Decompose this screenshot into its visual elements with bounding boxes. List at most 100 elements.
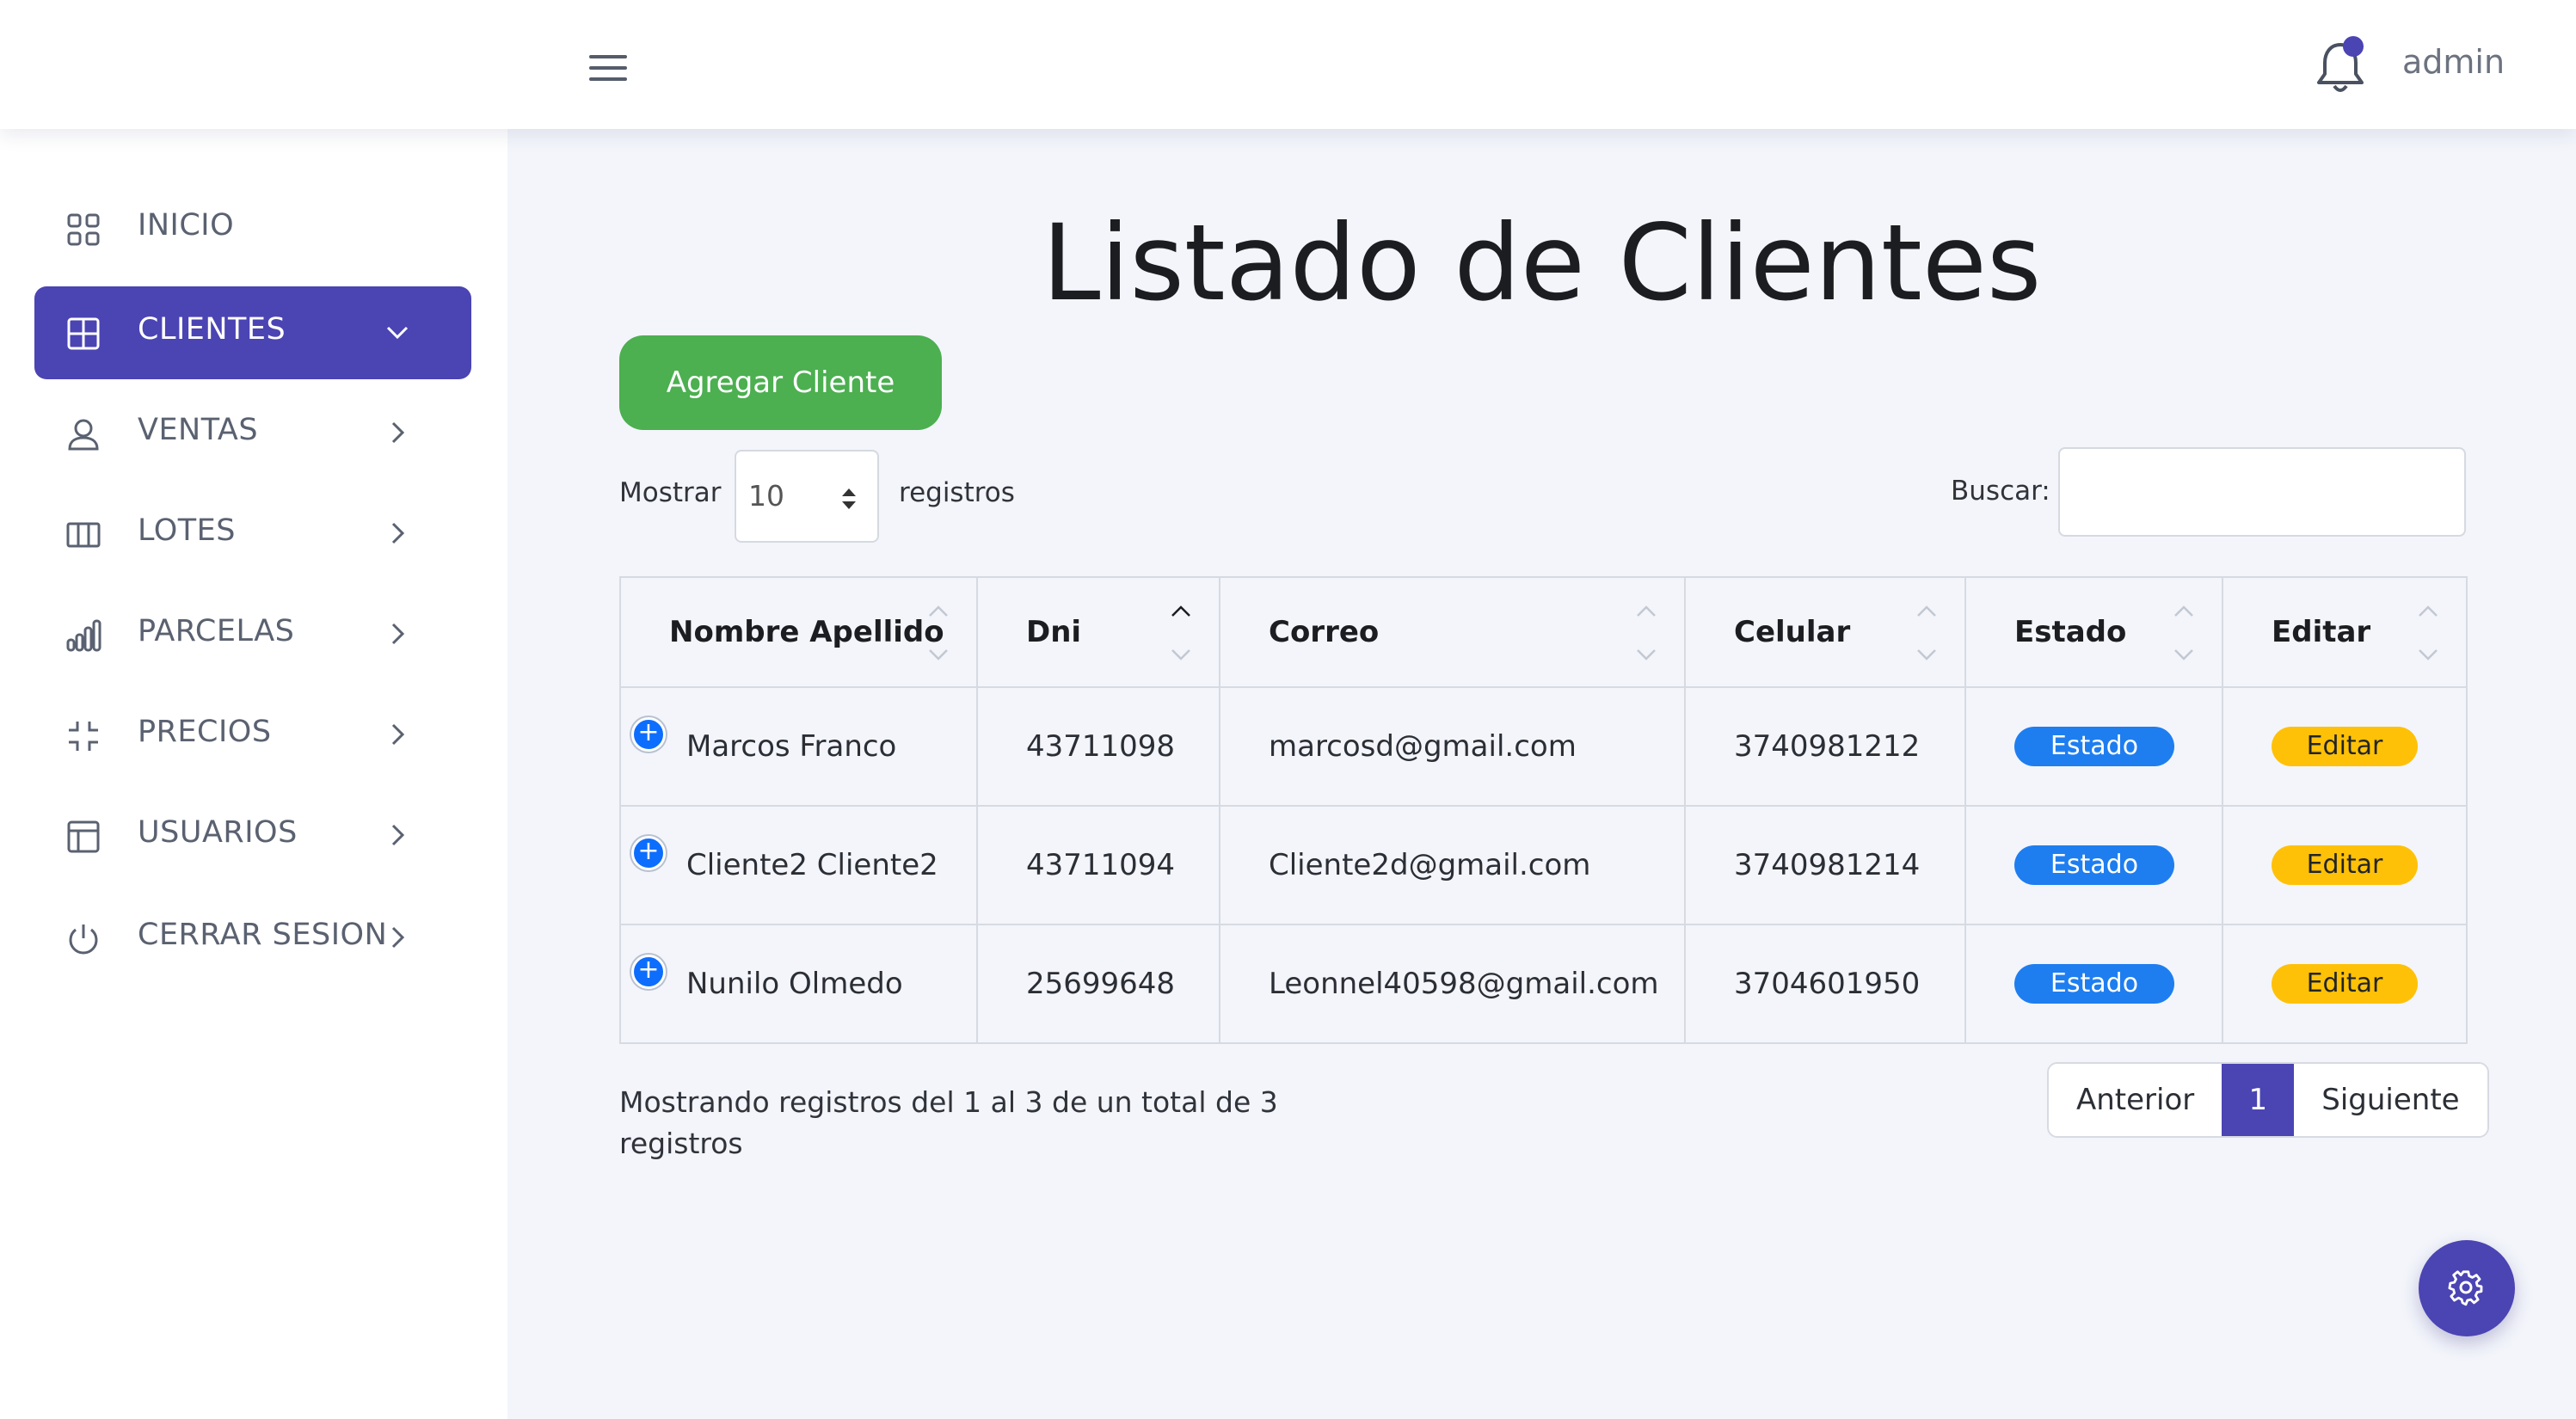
column-header-celular[interactable]: Celular <box>1684 576 1966 688</box>
chevron-right-icon <box>391 723 405 746</box>
user-menu[interactable]: admin <box>2402 43 2505 81</box>
column-header-editar[interactable]: Editar <box>2222 576 2468 688</box>
sidebar-item-label: USUARIOS <box>138 815 298 850</box>
column-header-label: Dni <box>1026 615 1082 649</box>
select-arrows-icon <box>842 488 856 509</box>
page-title: Listado de Clientes <box>1042 202 2042 324</box>
sidebar-item-usuarios[interactable]: USUARIOS <box>34 789 471 882</box>
sidebar-item-clientes[interactable]: CLIENTES <box>34 286 471 379</box>
cell-dni: 25699648 <box>976 924 1220 1044</box>
table-info: Mostrando registros del 1 al 3 de un tot… <box>619 1085 1278 1160</box>
cell-correo: Leonnel40598@gmail.com <box>1219 924 1686 1044</box>
add-client-button[interactable]: Agregar Cliente <box>619 335 942 430</box>
sidebar-item-lotes[interactable]: LOTES <box>34 488 471 580</box>
sort-ascending-icon <box>1171 605 1190 660</box>
sort-icon <box>929 605 948 660</box>
sidebar-item-ventas[interactable]: VENTAS <box>34 387 471 480</box>
chevron-right-icon <box>391 824 405 846</box>
sidebar-item-label: PRECIOS <box>138 715 272 749</box>
estado-badge-button[interactable]: Estado <box>2014 727 2174 766</box>
expand-row-icon[interactable]: + <box>631 836 666 870</box>
column-header-dni[interactable]: Dni <box>976 576 1220 688</box>
cell-celular: 3704601950 <box>1684 924 1966 1044</box>
column-header-label: Editar <box>2272 615 2371 649</box>
cell-dni: 43711094 <box>976 805 1220 925</box>
page-size-select[interactable]: 10 <box>735 450 879 543</box>
sort-icon <box>2419 605 2438 660</box>
column-header-estado[interactable]: Estado <box>1964 576 2223 688</box>
chevron-right-icon <box>391 926 405 949</box>
sidebar-item-label: PARCELAS <box>138 614 295 648</box>
page-1-button[interactable]: 1 <box>2222 1064 2295 1136</box>
sidebar-item-label: CLIENTES <box>138 312 286 347</box>
column-header-correo[interactable]: Correo <box>1219 576 1686 688</box>
cell-dni: 43711098 <box>976 686 1220 807</box>
clients-table: Nombre Apellido Dni Correo Celular Estad… <box>619 576 2468 1044</box>
cell-celular: 3740981214 <box>1684 805 1966 925</box>
cell-text: Cliente2 Cliente2 <box>686 848 938 882</box>
estado-badge-button[interactable]: Estado <box>2014 964 2174 1004</box>
expand-row-icon[interactable]: + <box>631 717 666 752</box>
sidebar-item-label: LOTES <box>138 513 237 548</box>
sidebar-item-label: CERRAR SESION <box>138 918 388 952</box>
cell-nombre: + Cliente2 Cliente2 <box>619 805 978 925</box>
sidebar-item-inicio[interactable]: INICIO <box>34 182 471 275</box>
column-header-label: Nombre Apellido <box>669 615 944 649</box>
sidebar-item-label: VENTAS <box>138 413 259 447</box>
edit-button[interactable]: Editar <box>2272 845 2418 885</box>
cell-editar: Editar <box>2222 686 2468 807</box>
table-row: + Nunilo Olmedo 25699648 Leonnel40598@gma… <box>619 924 2468 1044</box>
columns-icon <box>66 522 101 548</box>
column-header-label: Celular <box>1734 615 1851 649</box>
sidebar-item-parcelas[interactable]: PARCELAS <box>34 588 471 681</box>
chevron-down-icon <box>386 326 409 340</box>
table-icon <box>67 317 100 350</box>
cell-estado: Estado <box>1964 805 2223 925</box>
show-label: Mostrar <box>619 477 722 508</box>
cell-nombre: + Marcos Franco <box>619 686 978 807</box>
sidebar-item-cerrar-sesion[interactable]: CERRAR SESION <box>34 892 471 985</box>
chevron-right-icon <box>391 421 405 444</box>
column-header-label: Correo <box>1269 615 1380 649</box>
user-icon <box>68 419 99 451</box>
expand-row-icon[interactable]: + <box>631 955 666 989</box>
cell-estado: Estado <box>1964 686 2223 807</box>
pagination: Anterior 1 Siguiente <box>2047 1062 2489 1138</box>
table-header-row: Nombre Apellido Dni Correo Celular Estad… <box>619 576 2468 688</box>
main-content: Listado de Clientes Agregar Cliente Most… <box>507 129 2576 1419</box>
cell-text: Nunilo Olmedo <box>686 967 903 1001</box>
cell-text: Marcos Franco <box>686 729 897 764</box>
chevron-right-icon <box>391 623 405 645</box>
settings-fab-button[interactable] <box>2419 1240 2515 1336</box>
search-label: Buscar: <box>1951 476 2050 507</box>
bar-chart-icon <box>66 619 101 652</box>
menu-toggle-icon[interactable] <box>589 55 627 81</box>
cell-correo: Cliente2d@gmail.com <box>1219 805 1686 925</box>
notification-dot <box>2343 36 2364 57</box>
cell-correo: marcosd@gmail.com <box>1219 686 1686 807</box>
layout-icon <box>67 820 100 853</box>
bell-icon[interactable] <box>2314 34 2367 96</box>
page-size-value: 10 <box>748 479 784 513</box>
estado-badge-button[interactable]: Estado <box>2014 845 2174 885</box>
chevron-right-icon <box>391 522 405 544</box>
sort-icon <box>2174 605 2193 660</box>
cell-nombre: + Nunilo Olmedo <box>619 924 978 1044</box>
edit-button[interactable]: Editar <box>2272 964 2418 1004</box>
power-icon <box>69 924 98 955</box>
cell-editar: Editar <box>2222 924 2468 1044</box>
next-page-button[interactable]: Siguiente <box>2294 1064 2487 1136</box>
table-row: + Marcos Franco 43711098 marcosd@gmail.co… <box>619 686 2468 807</box>
gear-icon <box>2448 1270 2483 1306</box>
table-row: + Cliente2 Cliente2 43711094 Cliente2d@gm… <box>619 805 2468 925</box>
cell-estado: Estado <box>1964 924 2223 1044</box>
prev-page-button[interactable]: Anterior <box>2049 1064 2222 1136</box>
sort-icon <box>1917 605 1936 660</box>
search-input[interactable] <box>2058 447 2466 537</box>
sidebar-item-precios[interactable]: PRECIOS <box>34 689 471 782</box>
edit-button[interactable]: Editar <box>2272 727 2418 766</box>
records-label: registros <box>899 477 1015 508</box>
column-header-nombre[interactable]: Nombre Apellido <box>619 576 978 688</box>
grid-icon <box>67 213 100 246</box>
sidebar-item-label: INICIO <box>138 208 235 243</box>
